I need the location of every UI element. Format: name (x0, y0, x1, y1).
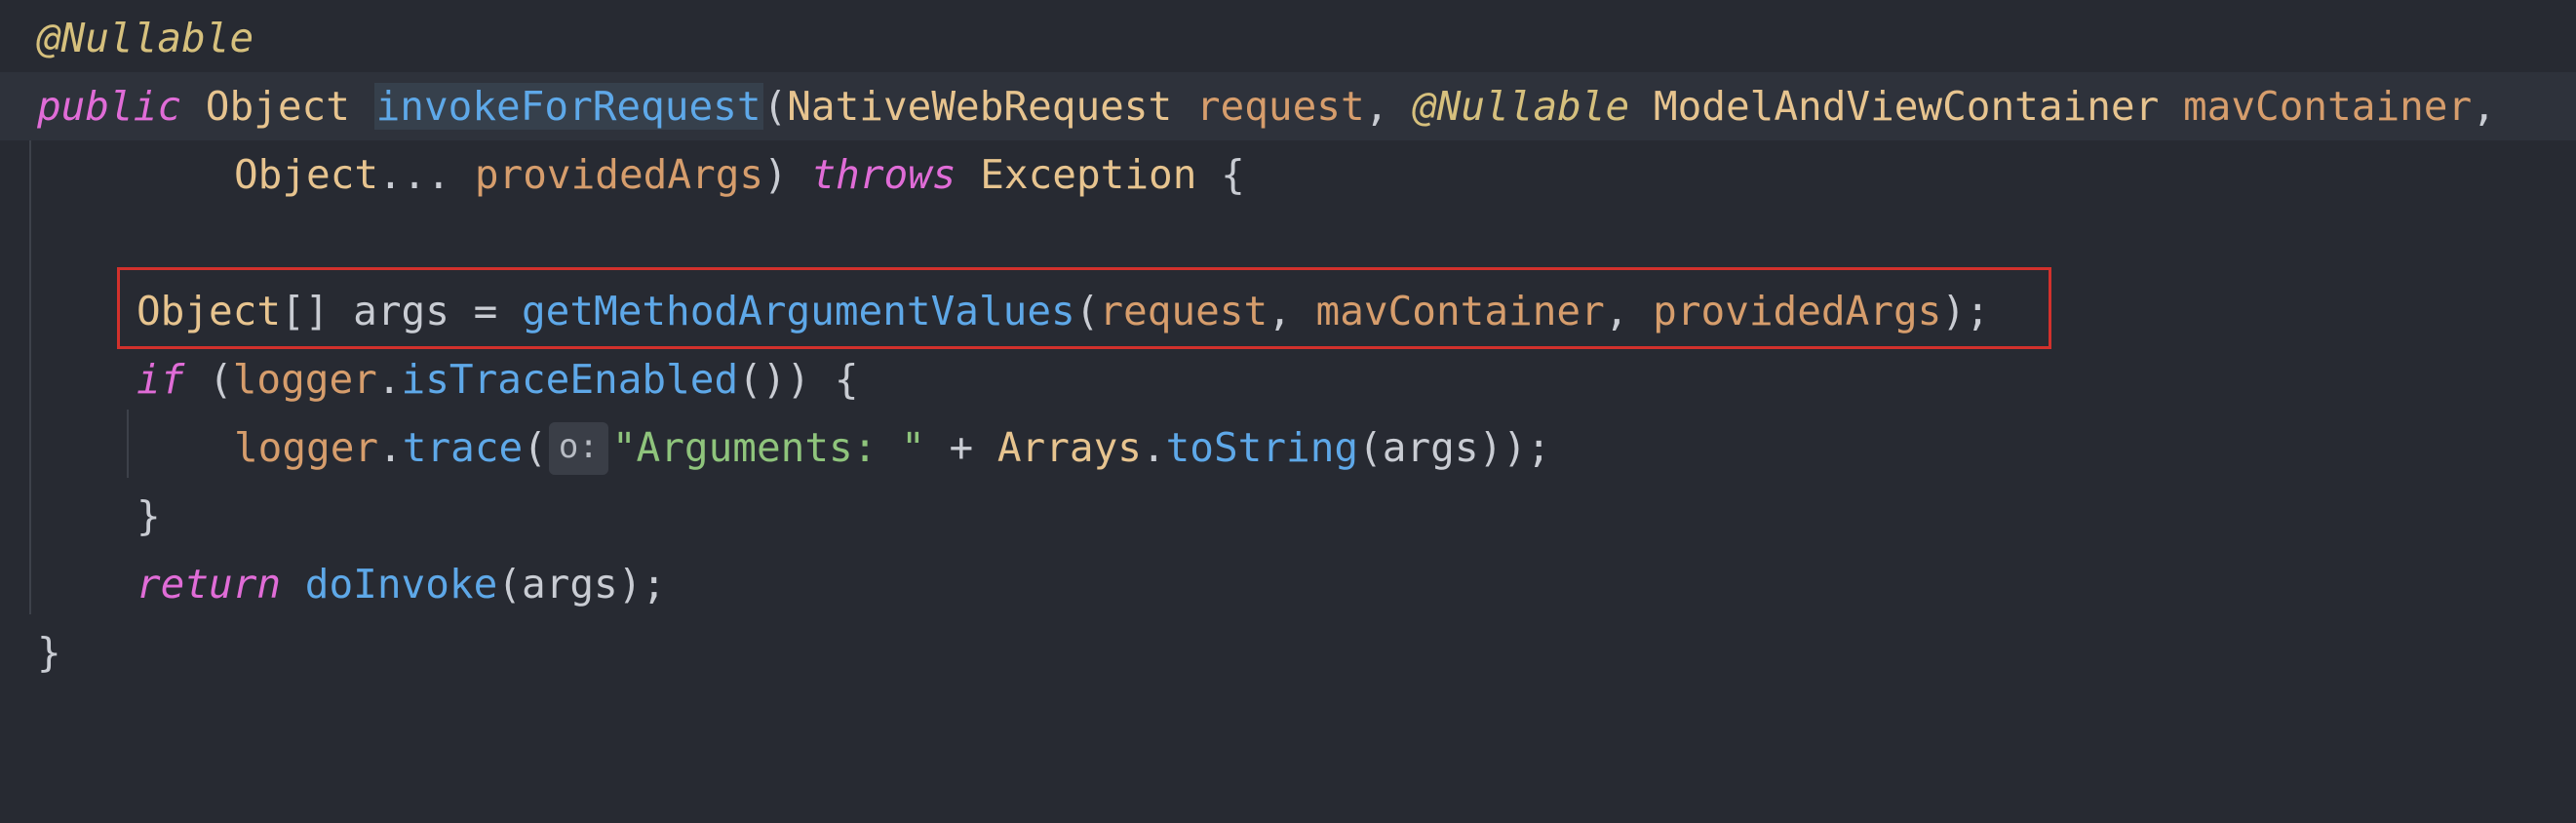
code-token[interactable]: + (925, 424, 997, 471)
code-token[interactable]: { (1196, 151, 1245, 198)
code-token[interactable]: } (37, 629, 61, 676)
code-token[interactable]: . (377, 356, 402, 403)
function-call-token[interactable]: isTraceEnabled (402, 356, 739, 403)
code-token[interactable] (350, 83, 374, 130)
code-line[interactable]: if (logger.isTraceEnabled()) { (0, 345, 2576, 413)
type-token[interactable]: NativeWebRequest (787, 83, 1172, 130)
string-literal-token[interactable]: "Arguments: " (612, 424, 925, 471)
function-call-token[interactable]: toString (1166, 424, 1358, 471)
code-token[interactable]: . (1142, 424, 1166, 471)
code-token[interactable]: ( (184, 356, 233, 403)
line-content: @Nullable (37, 4, 254, 72)
code-token[interactable] (181, 83, 206, 130)
type-token[interactable]: Object (234, 151, 378, 198)
line-content: public Object invokeForRequest(NativeWeb… (37, 72, 2496, 140)
keyword-token[interactable]: public (37, 83, 181, 130)
code-line[interactable]: Object... providedArgs) throws Exception… (0, 140, 2576, 209)
line-content: return doInvoke(args); (137, 550, 666, 618)
line-content: logger.trace(o: "Arguments: " + Arrays.to… (234, 413, 1551, 482)
code-token[interactable]: . (378, 424, 403, 471)
function-call-token[interactable]: trace (403, 424, 523, 471)
line-content: Object... providedArgs) throws Exception… (234, 140, 1245, 209)
code-token[interactable]: ( (763, 83, 788, 130)
method-name-token[interactable]: invokeForRequest (373, 83, 763, 130)
type-token[interactable]: Object (206, 83, 350, 130)
identifier-token[interactable]: request (1196, 83, 1365, 130)
code-token[interactable]: ... (378, 151, 475, 198)
code-token[interactable]: (args)); (1358, 424, 1550, 471)
keyword-token[interactable]: throws (811, 151, 956, 198)
code-token[interactable] (281, 561, 305, 607)
function-call-token[interactable]: doInvoke (305, 561, 497, 607)
code-token[interactable] (956, 151, 981, 198)
code-line[interactable]: } (0, 618, 2576, 686)
line-content: if (logger.isTraceEnabled()) { (137, 345, 859, 413)
type-token[interactable]: ModelAndViewContainer (1654, 83, 2159, 130)
type-token[interactable]: Arrays (997, 424, 1142, 471)
code-line-current[interactable]: public Object invokeForRequest(NativeWeb… (0, 72, 2576, 140)
code-token[interactable]: ( (523, 424, 547, 471)
code-token[interactable] (1172, 83, 1196, 130)
code-line[interactable]: logger.trace(o: "Arguments: " + Arrays.to… (0, 413, 2576, 482)
code-line[interactable]: return doInvoke(args); (0, 550, 2576, 618)
code-line[interactable]: } (0, 482, 2576, 550)
type-token[interactable]: Exception (980, 151, 1196, 198)
highlight-box (117, 267, 2051, 349)
code-token[interactable]: , (1365, 83, 1413, 130)
code-token[interactable] (1629, 83, 1654, 130)
keyword-token[interactable]: return (137, 561, 281, 607)
line-content: } (37, 618, 61, 686)
annotation-token[interactable]: @Nullable (37, 15, 254, 61)
code-token[interactable]: } (137, 492, 161, 539)
code-editor[interactable]: @Nullable public Object invokeForRequest… (0, 0, 2576, 694)
identifier-token[interactable]: logger (234, 424, 378, 471)
code-token[interactable]: ) (763, 151, 811, 198)
code-token[interactable]: ()) { (738, 356, 858, 403)
code-token[interactable] (2159, 83, 2183, 130)
code-token[interactable]: , (2472, 83, 2496, 130)
identifier-token[interactable]: mavContainer (2183, 83, 2472, 130)
identifier-token[interactable]: providedArgs (475, 151, 763, 198)
line-content: } (137, 482, 161, 550)
code-token[interactable]: (args); (497, 561, 666, 607)
parameter-hint: o: (548, 422, 608, 475)
code-line[interactable]: @Nullable (0, 4, 2576, 72)
annotation-token[interactable]: @Nullable (1413, 83, 1629, 130)
keyword-token[interactable]: if (137, 356, 184, 403)
identifier-token[interactable]: logger (233, 356, 377, 403)
